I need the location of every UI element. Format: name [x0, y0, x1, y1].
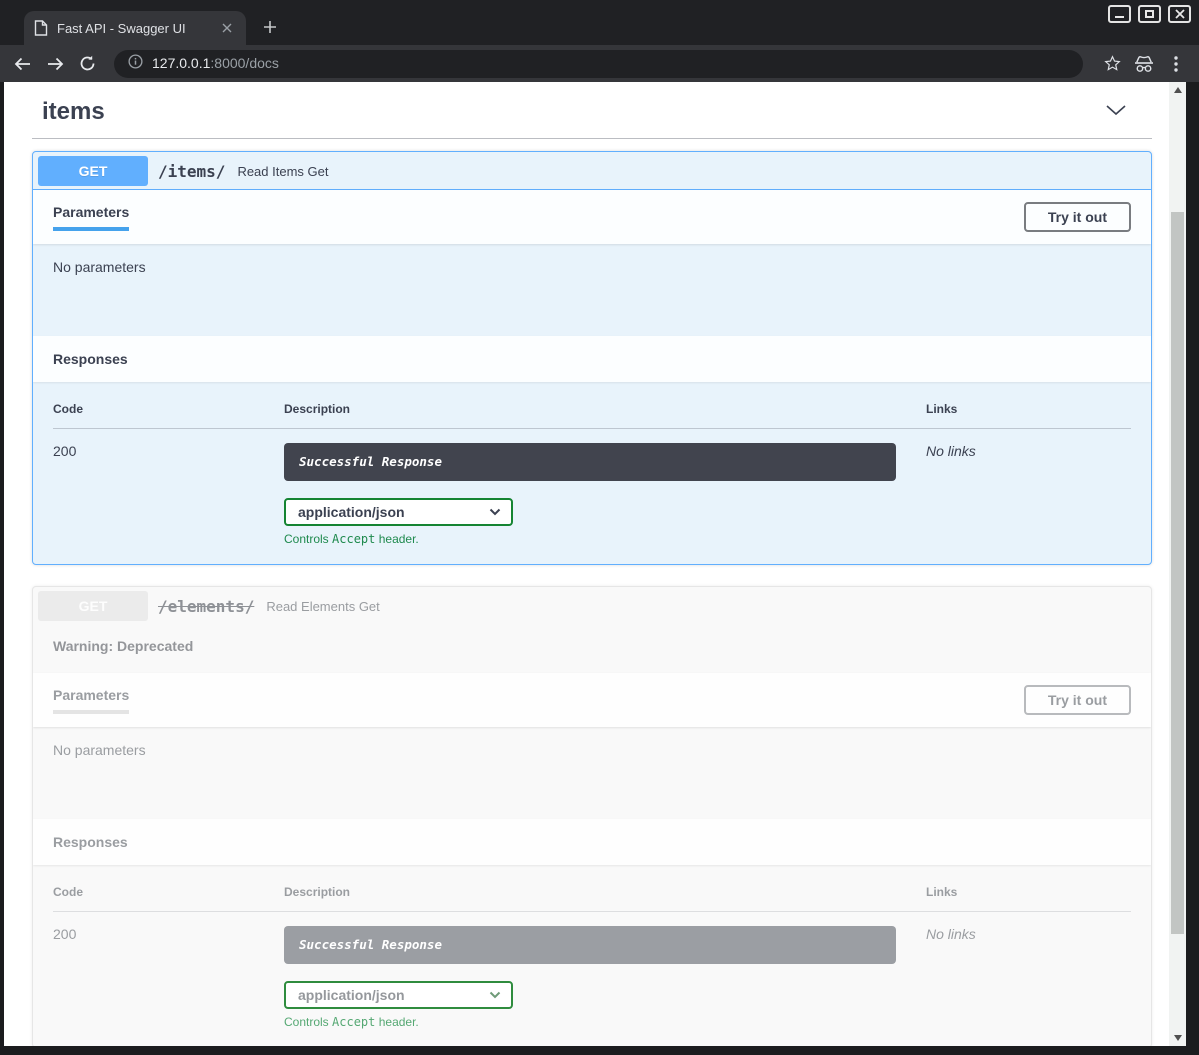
url-bar[interactable]: 127.0.0.1:8000/docs: [114, 50, 1083, 78]
responses-title: Responses: [53, 351, 1131, 367]
response-description-cell: Successful Response application/json Con…: [284, 926, 926, 1029]
scrollbar-down-icon[interactable]: [1169, 1030, 1186, 1046]
operation-path: /items/: [158, 162, 225, 181]
back-icon[interactable]: [10, 51, 36, 77]
browser-tab[interactable]: Fast API - Swagger UI: [24, 11, 246, 45]
document-icon: [34, 20, 48, 36]
chevron-down-icon[interactable]: [1105, 103, 1127, 121]
description-column-header: Description: [284, 402, 926, 416]
responses-table-header: Code Description Links: [53, 402, 1131, 429]
select-chevron-icon: [489, 508, 501, 516]
response-code: 200: [53, 443, 284, 546]
browser-titlebar: Fast API - Swagger UI: [0, 0, 1199, 45]
responses-header: Responses: [33, 819, 1151, 865]
response-row: 200 Successful Response application/json…: [53, 912, 1131, 1029]
opblock-get-items: GET /items/ Read Items Get Parameters Tr…: [32, 151, 1152, 565]
parameters-header: Parameters Try it out: [33, 673, 1151, 727]
response-description-block: Successful Response: [284, 443, 896, 481]
new-tab-button[interactable]: [256, 13, 284, 41]
http-method-badge: GET: [38, 591, 148, 621]
opblock-get-elements-deprecated: GET /elements/ Read Elements Get Warning…: [32, 586, 1152, 1046]
forward-icon[interactable]: [42, 51, 68, 77]
operation-path: /elements/: [158, 597, 254, 616]
site-info-icon[interactable]: [128, 54, 143, 74]
browser-menu-icon[interactable]: [1163, 51, 1189, 77]
close-button[interactable]: [1168, 5, 1191, 23]
operation-description: Read Elements Get: [266, 599, 379, 614]
no-parameters-text: No parameters: [53, 259, 1131, 275]
tab-title: Fast API - Swagger UI: [57, 21, 209, 36]
response-links: No links: [926, 926, 1131, 1029]
parameters-tab: Parameters: [53, 204, 129, 231]
page-scrollbar[interactable]: [1169, 82, 1186, 1046]
response-description-block: Successful Response: [284, 926, 896, 964]
url-path: :8000/docs: [210, 55, 279, 71]
parameters-tab: Parameters: [53, 687, 129, 714]
response-row: 200 Successful Response application/json…: [53, 429, 1131, 546]
code-column-header: Code: [53, 402, 284, 416]
links-column-header: Links: [926, 885, 1131, 899]
responses-body: Code Description Links 200 Successful Re…: [33, 382, 1151, 564]
parameters-header: Parameters Try it out: [33, 190, 1151, 244]
select-chevron-icon: [489, 991, 501, 999]
browser-window: Fast API - Swagger UI: [0, 0, 1199, 1055]
media-type-select[interactable]: application/json: [284, 498, 513, 526]
operation-summary[interactable]: GET /items/ Read Items Get: [33, 152, 1151, 190]
media-type-select[interactable]: application/json: [284, 981, 513, 1009]
scrollbar-thumb[interactable]: [1171, 212, 1184, 934]
accept-header-note: Controls Accept header.: [284, 1015, 926, 1029]
reload-icon[interactable]: [74, 51, 100, 77]
response-links: No links: [926, 443, 1131, 546]
links-column-header: Links: [926, 402, 1131, 416]
swagger-ui: items GET /items/ Read Items Get Paramet…: [4, 82, 1169, 1046]
scrollbar-up-icon[interactable]: [1169, 82, 1186, 98]
responses-title: Responses: [53, 834, 1131, 850]
parameters-body: No parameters: [33, 727, 1151, 819]
bookmark-star-icon[interactable]: [1099, 51, 1125, 77]
page-content: items GET /items/ Read Items Get Paramet…: [4, 82, 1186, 1046]
description-column-header: Description: [284, 885, 926, 899]
maximize-button[interactable]: [1138, 5, 1161, 23]
browser-toolbar: 127.0.0.1:8000/docs: [0, 45, 1199, 82]
response-description-cell: Successful Response application/json Con…: [284, 443, 926, 546]
url-text: 127.0.0.1:8000/docs: [152, 55, 279, 73]
window-controls: [1108, 5, 1191, 23]
response-code: 200: [53, 926, 284, 1029]
try-it-out-button[interactable]: Try it out: [1024, 202, 1131, 232]
tag-section-items[interactable]: items: [32, 90, 1152, 139]
deprecated-warning: Warning: Deprecated: [33, 625, 1151, 673]
minimize-button[interactable]: [1108, 5, 1131, 23]
tab-close-icon[interactable]: [218, 19, 236, 37]
accept-header-note: Controls Accept header.: [284, 532, 926, 546]
operation-description: Read Items Get: [237, 164, 328, 179]
incognito-icon[interactable]: [1131, 51, 1157, 77]
operation-summary[interactable]: GET /elements/ Read Elements Get: [33, 587, 1151, 625]
responses-body: Code Description Links 200 Successful Re…: [33, 865, 1151, 1046]
tag-title: items: [42, 98, 105, 126]
no-parameters-text: No parameters: [53, 742, 1131, 758]
parameters-body: No parameters: [33, 244, 1151, 336]
responses-header: Responses: [33, 336, 1151, 382]
http-method-badge: GET: [38, 156, 148, 186]
try-it-out-button[interactable]: Try it out: [1024, 685, 1131, 715]
code-column-header: Code: [53, 885, 284, 899]
url-host: 127.0.0.1: [152, 55, 210, 71]
responses-table-header: Code Description Links: [53, 885, 1131, 912]
